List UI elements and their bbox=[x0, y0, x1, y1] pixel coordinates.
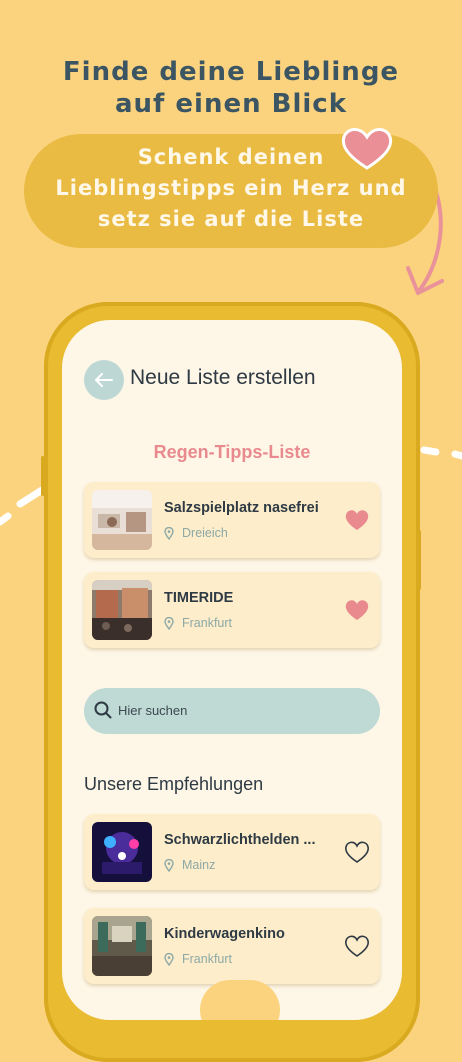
place-thumbnail bbox=[92, 822, 152, 882]
place-title: Kinderwagenkino bbox=[164, 926, 285, 942]
place-location-label: Frankfurt bbox=[182, 616, 233, 630]
page-title: Neue Liste erstellen bbox=[130, 366, 316, 389]
list-name[interactable]: Regen-Tipps-Liste bbox=[62, 442, 402, 463]
place-location: Frankfurt bbox=[164, 616, 232, 630]
place-location-label: Frankfurt bbox=[182, 952, 233, 966]
bubble-line-2: Lieblingstipps ein Herz und bbox=[55, 176, 407, 200]
place-location: Frankfurt bbox=[164, 952, 232, 966]
place-location-label: Mainz bbox=[182, 858, 216, 872]
bubble-line-3: setz sie auf die Liste bbox=[97, 207, 365, 231]
heart-outline-icon[interactable] bbox=[344, 934, 370, 958]
phone-side-button bbox=[41, 456, 45, 496]
recommendation-item[interactable]: Schwarzlichthelden ... Mainz bbox=[84, 814, 380, 890]
place-thumbnail bbox=[92, 580, 152, 640]
heart-outline-icon[interactable] bbox=[344, 840, 370, 864]
location-pin-icon bbox=[164, 858, 174, 872]
section-title: Unsere Empfehlungen bbox=[84, 774, 264, 794]
arrow-left-icon bbox=[95, 373, 113, 387]
location-pin-icon bbox=[164, 616, 174, 630]
place-title: Schwarzlichthelden ... bbox=[164, 832, 316, 848]
place-thumbnail bbox=[92, 916, 152, 976]
search-input[interactable]: Hier suchen bbox=[84, 688, 380, 734]
bottom-action-button[interactable] bbox=[200, 980, 280, 1020]
place-title: TIMERIDE bbox=[164, 590, 234, 606]
recommendation-item[interactable]: Kinderwagenkino Frankfurt bbox=[84, 908, 380, 984]
place-location: Dreieich bbox=[164, 526, 228, 540]
search-placeholder: Hier suchen bbox=[118, 703, 188, 718]
list-item[interactable]: Salzspielplatz nasefrei Dreieich bbox=[84, 482, 380, 558]
place-location-label: Dreieich bbox=[182, 526, 228, 540]
app-screen: Neue Liste erstellen Regen-Tipps-Liste S… bbox=[62, 320, 402, 1020]
bubble-heart-icon bbox=[341, 128, 393, 170]
heart-filled-icon[interactable] bbox=[344, 598, 370, 622]
headline-line-1: Finde deine Lieblinge bbox=[62, 57, 400, 87]
search-icon bbox=[94, 701, 112, 719]
heart-filled-icon[interactable] bbox=[344, 508, 370, 532]
promo-headline: Finde deine Lieblinge auf einen Blick bbox=[0, 56, 462, 120]
place-location: Mainz bbox=[164, 858, 215, 872]
place-thumbnail bbox=[92, 490, 152, 550]
location-pin-icon bbox=[164, 952, 174, 966]
place-title: Salzspielplatz nasefrei bbox=[164, 500, 319, 516]
headline-line-2: auf einen Blick bbox=[114, 89, 347, 119]
back-button[interactable] bbox=[84, 360, 124, 400]
location-pin-icon bbox=[164, 526, 174, 540]
list-item[interactable]: TIMERIDE Frankfurt bbox=[84, 572, 380, 648]
phone-side-button bbox=[417, 530, 421, 590]
